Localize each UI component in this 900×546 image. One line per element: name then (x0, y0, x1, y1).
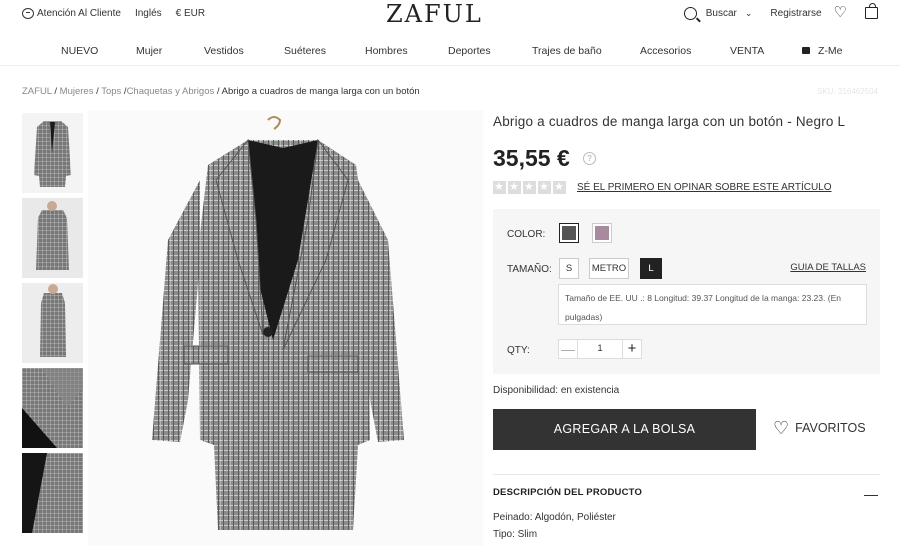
star-icon (523, 180, 536, 194)
size-info-box: Tamaño de EE. UU .: 8 Longitud: 39.37 Lo… (558, 284, 867, 325)
collapse-icon[interactable]: — (864, 486, 878, 502)
sku-label: SKU: 316462504 (817, 87, 878, 96)
site-logo[interactable]: ZAFUL (386, 0, 483, 28)
bag-icon[interactable] (865, 3, 878, 19)
breadcrumb-item[interactable]: ZAFUL (22, 86, 52, 97)
chevron-down-icon[interactable]: ⌄ (745, 8, 753, 19)
thumbnail-coat-model-side (22, 283, 83, 363)
color-label: COLOR: (507, 229, 546, 240)
favorites-button[interactable]: ♡ FAVORITOS (773, 419, 866, 437)
color-swatch-black-fill (562, 226, 576, 240)
nav-item-vestidos[interactable]: Vestidos (204, 45, 244, 57)
main-nav: NUEVO Mujer Vestidos Suéteres Hombres De… (0, 38, 900, 66)
nav-item-accesorios[interactable]: Accesorios (640, 45, 691, 57)
nav-item-z-me[interactable]: Z-Me (802, 45, 843, 57)
add-to-bag-button[interactable]: AGREGAR A LA BOLSA (493, 409, 756, 450)
register-link[interactable]: Registrarse (770, 8, 821, 19)
thumbnail-coat-detail (22, 368, 83, 448)
thumbnail-4[interactable] (22, 368, 83, 448)
description-title[interactable]: DESCRIPCIÓN DEL PRODUCTO (493, 487, 642, 498)
top-bar: Atención Al Cliente Inglés € EUR ZAFUL B… (0, 0, 900, 30)
thumbnail-coat-model-front (22, 198, 83, 278)
thumbnail-3[interactable] (22, 283, 83, 363)
write-review-link[interactable]: SÉ EL PRIMERO EN OPINAR SOBRE ESTE ARTÍC… (577, 182, 832, 193)
product-price: 35,55 € (493, 145, 570, 171)
nav-item-trajes-de-bano[interactable]: Trajes de baño (532, 45, 602, 57)
options-panel: COLOR: TAMAÑO: S METRO L GUIA DE TALLAS … (493, 209, 880, 374)
color-swatch-pink-fill (595, 226, 609, 240)
nav-item-deportes[interactable]: Deportes (448, 45, 491, 57)
breadcrumb: ZAFUL / Mujeres / Tops /Chaquetas y Abri… (22, 86, 420, 97)
customer-service-label: Atención Al Cliente (37, 8, 121, 19)
thumbnail-5[interactable] (22, 453, 83, 533)
qty-decrement-button[interactable]: — (558, 339, 578, 359)
language-selector[interactable]: Inglés (135, 8, 162, 19)
chat-icon (22, 8, 34, 19)
nav-item-hombres[interactable]: Hombres (365, 45, 408, 57)
star-icon (508, 180, 521, 194)
camera-icon (802, 46, 810, 54)
breadcrumb-item[interactable]: Mujeres (60, 86, 94, 97)
star-icon (553, 180, 566, 194)
availability-text: Disponibilidad: en existencia (493, 385, 620, 396)
search-icon[interactable] (683, 6, 697, 20)
coat-image (88, 110, 483, 546)
thumbnail-1[interactable] (22, 113, 83, 193)
size-option-s[interactable]: S (559, 258, 579, 279)
customer-service-link[interactable]: Atención Al Cliente (22, 8, 121, 19)
star-icon (538, 180, 551, 194)
rating-stars[interactable] (493, 180, 566, 194)
color-swatch-pink[interactable] (592, 223, 612, 243)
size-guide-link[interactable]: GUIA DE TALLAS (790, 262, 866, 273)
size-option-metro[interactable]: METRO (589, 258, 629, 279)
thumbnail-coat-front (34, 121, 71, 187)
nav-item-nuevo[interactable]: NUEVO (61, 45, 98, 57)
description-line: Tipo: Slim (493, 529, 538, 540)
heart-icon: ♡ (773, 418, 790, 438)
qty-input[interactable]: 1 (578, 339, 622, 359)
qty-label: QTY: (507, 345, 530, 356)
nav-item-sueteres[interactable]: Suéteres (284, 45, 326, 57)
top-bar-right: Buscar ⌄ Registrarse ♡ (683, 3, 878, 20)
top-bar-left: Atención Al Cliente Inglés € EUR (22, 8, 205, 19)
thumbnail-2[interactable] (22, 198, 83, 278)
breadcrumb-item[interactable]: Tops (101, 86, 121, 97)
favorites-label: FAVORITOS (795, 421, 866, 435)
price-help-icon[interactable]: ? (583, 152, 596, 165)
size-option-l[interactable]: L (640, 258, 662, 279)
color-swatch-black[interactable] (559, 223, 579, 243)
search-label[interactable]: Buscar (706, 8, 737, 19)
nav-item-z-me-label: Z-Me (818, 45, 843, 57)
divider (493, 474, 880, 475)
heart-icon[interactable]: ♡ (834, 5, 847, 20)
currency-selector[interactable]: € EUR (176, 8, 205, 19)
thumbnail-coat-closeup (22, 453, 83, 533)
size-label: TAMAÑO: (507, 264, 552, 275)
description-line: Peinado: Algodón, Poliéster (493, 512, 616, 523)
star-icon (493, 180, 506, 194)
main-product-image[interactable] (88, 110, 483, 546)
nav-item-mujer[interactable]: Mujer (136, 45, 162, 57)
nav-item-venta[interactable]: VENTA (730, 45, 764, 57)
breadcrumb-item[interactable]: Chaquetas y Abrigos (127, 86, 215, 97)
product-title: Abrigo a cuadros de manga larga con un b… (493, 114, 846, 129)
qty-increment-button[interactable]: + (622, 339, 642, 359)
breadcrumb-current: Abrigo a cuadros de manga larga con un b… (221, 86, 420, 97)
